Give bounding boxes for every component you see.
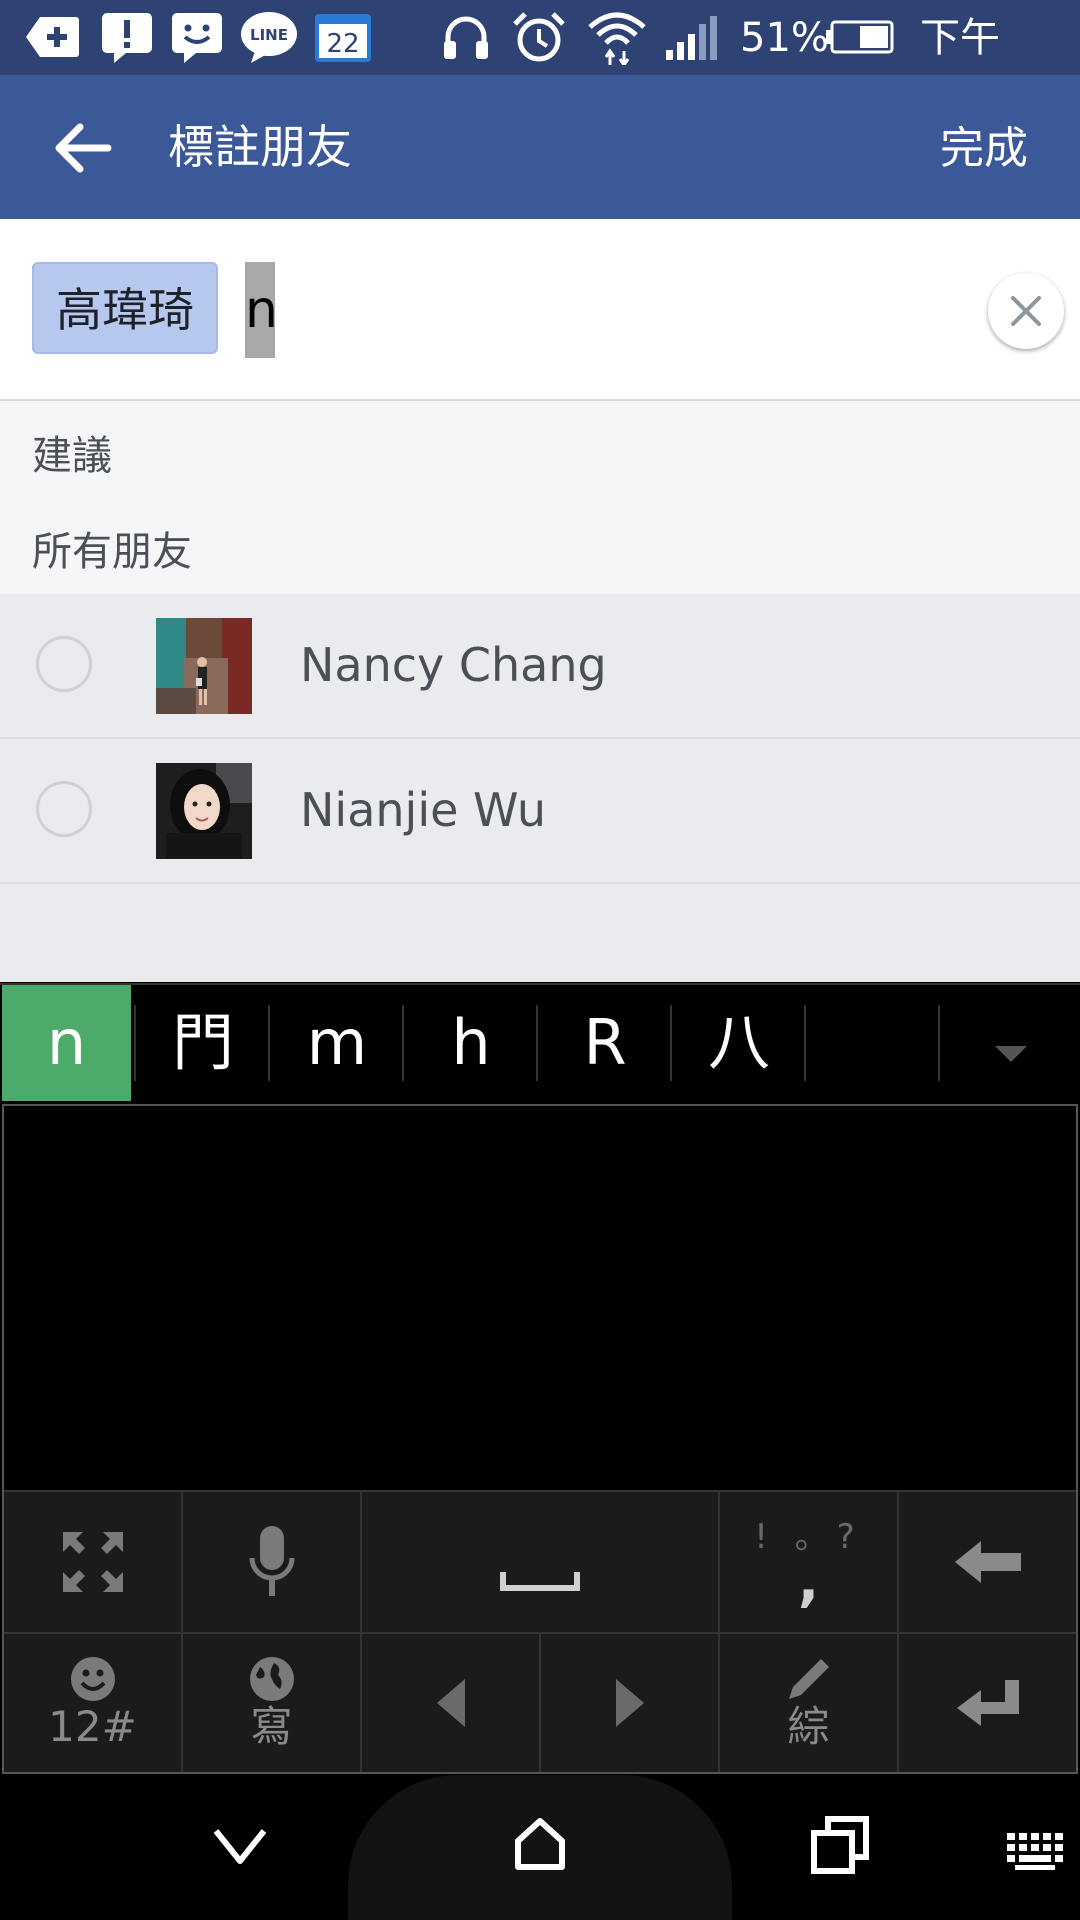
symbols-label: 12#	[48, 1702, 137, 1751]
cursor-left-key[interactable]	[362, 1632, 541, 1772]
friend-name: Nancy Chang	[300, 638, 607, 692]
backspace-arrow-icon	[954, 1541, 1021, 1583]
svg-text:LINE: LINE	[250, 26, 288, 44]
candidate-item[interactable]: h	[404, 985, 538, 1101]
line-app-icon: LINE	[238, 12, 300, 63]
chevron-down-icon	[213, 1829, 267, 1864]
space-key[interactable]	[362, 1490, 720, 1632]
divider	[804, 1005, 806, 1081]
alarm-icon	[510, 12, 568, 62]
expand-candidates-button[interactable]	[944, 985, 1078, 1101]
home-icon	[515, 1818, 565, 1870]
battery-percent: 51%	[740, 15, 829, 61]
battery-icon	[826, 12, 896, 62]
back-arrow-icon	[55, 123, 112, 173]
globe-icon	[249, 1657, 294, 1701]
voice-input-key[interactable]	[183, 1490, 362, 1632]
enter-key[interactable]	[899, 1632, 1076, 1772]
fullscreen-key[interactable]	[4, 1490, 183, 1632]
signal-icon	[664, 12, 720, 62]
pencil-icon	[788, 1659, 829, 1699]
tag-input-field[interactable]: 高瑋琦 n	[0, 219, 1080, 401]
wifi-icon	[586, 12, 648, 65]
navigation-bar	[0, 1775, 1080, 1920]
keyboard: ! 。? , 12# 寫 綜	[2, 1104, 1078, 1774]
tagged-friend-chip[interactable]: 高瑋琦	[32, 262, 218, 354]
arrow-right-icon	[615, 1679, 644, 1727]
select-radio[interactable]	[36, 781, 92, 837]
avatar	[156, 618, 252, 714]
headphones-icon	[438, 12, 494, 62]
space-icon	[500, 1572, 580, 1591]
keyboard-icon	[1007, 1833, 1063, 1870]
clear-button[interactable]	[988, 273, 1064, 349]
keyboard-switch-button[interactable]	[1005, 1831, 1065, 1871]
friend-list: Nancy Chang Nianjie Wu	[0, 594, 1080, 982]
expand-icon	[62, 1532, 123, 1592]
candidate-item[interactable]: n	[2, 985, 131, 1101]
avatar	[156, 763, 252, 859]
mixed-mode-label: 綜	[787, 1702, 830, 1751]
app-bar: 標註朋友 完成	[0, 75, 1080, 219]
cursor-right-key[interactable]	[541, 1632, 720, 1772]
microphone-icon	[249, 1526, 294, 1596]
handwrite-label: 寫	[250, 1702, 293, 1751]
candidate-item[interactable]: 門	[136, 985, 270, 1101]
suggestions-header: 建議	[0, 401, 1080, 497]
punctuation-key[interactable]: ! 。? ,	[720, 1490, 899, 1632]
all-friends-header: 所有朋友	[0, 497, 1080, 594]
status-bar: LINE 22 51% 下午9:15	[0, 0, 1080, 117]
svg-text:22: 22	[326, 29, 359, 59]
hide-keyboard-button[interactable]	[210, 1821, 270, 1871]
done-button[interactable]: 完成	[940, 119, 1028, 179]
candidate-bar: n 門 m h R 八	[0, 983, 1080, 1101]
candidate-item[interactable]: R	[538, 985, 672, 1101]
emoji-key[interactable]: 12#	[4, 1632, 183, 1772]
home-button[interactable]	[510, 1813, 570, 1873]
divider	[938, 1005, 940, 1081]
friend-row-nancy-chang[interactable]: Nancy Chang	[0, 594, 1080, 739]
select-radio[interactable]	[36, 636, 92, 692]
typed-text[interactable]: n	[245, 262, 278, 358]
back-button[interactable]	[48, 115, 118, 181]
comma-label: ,	[797, 1549, 820, 1614]
candidate-item[interactable]: 八	[672, 985, 806, 1101]
close-icon	[1011, 296, 1041, 326]
candidate-item[interactable]: m	[270, 985, 404, 1101]
calendar-icon: 22	[312, 12, 374, 62]
add-notification-icon	[22, 12, 82, 62]
backspace-key[interactable]	[899, 1490, 1076, 1632]
handwriting-area[interactable]	[4, 1106, 1076, 1490]
smiley-icon	[70, 1657, 115, 1701]
chevron-down-icon	[995, 1046, 1027, 1062]
friend-row-nianjie-wu[interactable]: Nianjie Wu	[0, 739, 1080, 884]
recent-apps-button[interactable]	[810, 1815, 870, 1875]
message-icon	[168, 12, 226, 63]
recent-apps-icon	[811, 1816, 869, 1874]
alert-icon	[98, 12, 156, 63]
arrow-left-icon	[436, 1679, 465, 1727]
page-title: 標註朋友	[168, 120, 352, 174]
language-key[interactable]: 寫	[183, 1632, 362, 1772]
enter-icon	[956, 1680, 1019, 1726]
friend-name: Nianjie Wu	[300, 783, 547, 837]
input-mode-key[interactable]: 綜	[720, 1632, 899, 1772]
